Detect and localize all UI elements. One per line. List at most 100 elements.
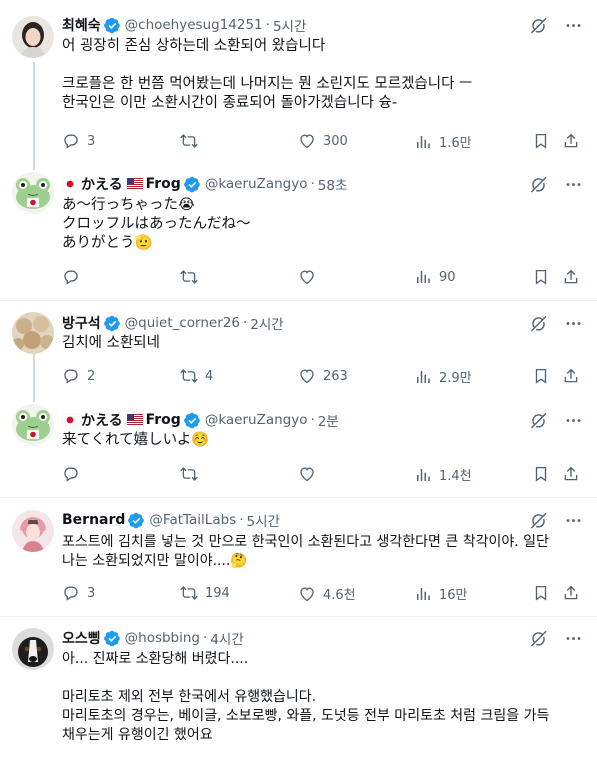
- views-button[interactable]: 1.4천: [414, 465, 472, 484]
- more-icon[interactable]: [564, 411, 583, 430]
- like-icon: [298, 465, 316, 483]
- tweet-actions: 2 4 263 2.9만: [62, 367, 584, 387]
- reply-button[interactable]: 3: [62, 132, 95, 150]
- divider: [0, 300, 597, 301]
- share-button[interactable]: [562, 268, 587, 286]
- share-button[interactable]: [562, 465, 587, 483]
- display-name[interactable]: かえる: [81, 174, 123, 194]
- tweet-header: かえる Frog @kaeruZangyo · 2분: [62, 410, 339, 430]
- grok-icon[interactable]: [529, 629, 548, 648]
- views-button[interactable]: 1.6만: [414, 132, 472, 151]
- display-name[interactable]: 최혜숙: [62, 15, 101, 35]
- tweet-line: 마리토초의 경우는, 베이글, 소보로빵, 와플, 도넛등 전부 마리토초 처럼…: [62, 708, 550, 724]
- share-button[interactable]: [562, 584, 587, 602]
- bookmark-button[interactable]: [532, 268, 557, 286]
- display-name[interactable]: 방구석: [62, 313, 101, 333]
- views-button[interactable]: 90: [414, 268, 456, 286]
- us-flag-icon: [127, 414, 143, 426]
- like-button[interactable]: 4.6천: [298, 584, 356, 603]
- avatar[interactable]: [12, 16, 54, 58]
- avatar[interactable]: [12, 172, 54, 214]
- bookmark-icon: [532, 268, 550, 286]
- more-icon[interactable]: [564, 175, 583, 194]
- bookmark-icon: [532, 367, 550, 385]
- reply-icon: [62, 584, 80, 602]
- like-button[interactable]: 263: [298, 367, 348, 385]
- more-icon[interactable]: [564, 629, 583, 648]
- tweet-text: 어 굉장히 존심 상하는데 소환되어 왔습니다 크로플은 한 번쯤 먹어봤는데 …: [62, 37, 582, 113]
- views-button[interactable]: 16만: [414, 584, 468, 603]
- tweet-tools: [529, 629, 583, 648]
- repost-button[interactable]: 194: [180, 584, 230, 602]
- repost-button[interactable]: [180, 268, 205, 286]
- share-button[interactable]: [562, 367, 587, 385]
- more-icon[interactable]: [564, 16, 583, 35]
- repost-button[interactable]: 4: [180, 367, 213, 385]
- display-name-suffix[interactable]: Frog: [146, 176, 181, 192]
- tweet-line: 来てくれて嬉しいよ☺️: [62, 432, 210, 448]
- reply-button[interactable]: [62, 268, 87, 286]
- like-icon: [298, 132, 316, 150]
- timestamp[interactable]: 4시간: [210, 628, 243, 648]
- timestamp[interactable]: 5시간: [273, 15, 306, 35]
- views-button[interactable]: 2.9만: [414, 367, 472, 386]
- grok-icon[interactable]: [529, 175, 548, 194]
- timestamp[interactable]: 2분: [318, 410, 339, 430]
- view-count: 90: [439, 269, 456, 285]
- view-count: 16만: [439, 588, 468, 603]
- display-name-suffix[interactable]: Frog: [146, 412, 181, 428]
- avatar[interactable]: [12, 510, 54, 552]
- bookmark-icon: [532, 132, 550, 150]
- grok-icon[interactable]: [529, 411, 548, 430]
- timestamp[interactable]: 58초: [318, 174, 348, 194]
- verified-badge-icon: [184, 176, 201, 193]
- share-button[interactable]: [562, 132, 587, 150]
- tweet-actions: 3 194 4.6천 16만: [62, 584, 584, 604]
- like-button[interactable]: [298, 465, 323, 483]
- reply-count: 3: [87, 585, 96, 601]
- avatar[interactable]: [12, 312, 54, 354]
- share-icon: [562, 584, 580, 602]
- handle[interactable]: @hosbbing: [125, 630, 200, 646]
- tweet-actions: 3 300 1.6만: [62, 132, 584, 152]
- display-name[interactable]: 오스삥: [62, 628, 101, 648]
- bookmark-icon: [532, 584, 550, 602]
- tweet-tools: [529, 411, 583, 430]
- tweet-line-blank: [62, 669, 582, 688]
- timestamp[interactable]: 5시간: [247, 510, 280, 530]
- reply-button[interactable]: 3: [62, 584, 95, 602]
- timestamp[interactable]: 2시간: [250, 313, 283, 333]
- handle[interactable]: @choehyesug14251: [125, 17, 263, 33]
- display-name[interactable]: Bernard: [62, 512, 125, 528]
- bookmark-button[interactable]: [532, 584, 557, 602]
- thread-line: [33, 62, 35, 170]
- like-button[interactable]: 300: [298, 132, 348, 150]
- avatar[interactable]: [12, 404, 54, 446]
- reply-button[interactable]: [62, 465, 87, 483]
- bookmark-button[interactable]: [532, 367, 557, 385]
- more-icon[interactable]: [564, 511, 583, 530]
- share-icon: [562, 465, 580, 483]
- thread-line: [33, 354, 35, 402]
- like-button[interactable]: [298, 268, 323, 286]
- reply-icon: [62, 367, 80, 385]
- display-name[interactable]: かえる: [81, 410, 123, 430]
- grok-icon[interactable]: [529, 314, 548, 333]
- reply-button[interactable]: 2: [62, 367, 95, 385]
- tweet-line: 나는 소환되었지만 말이야....🤔: [62, 553, 248, 569]
- more-icon[interactable]: [564, 314, 583, 333]
- handle[interactable]: @FatTailLabs: [149, 512, 236, 528]
- grok-icon[interactable]: [529, 511, 548, 530]
- share-icon: [562, 268, 580, 286]
- handle[interactable]: @kaeruZangyo: [205, 176, 308, 192]
- bookmark-button[interactable]: [532, 465, 557, 483]
- handle[interactable]: @kaeruZangyo: [205, 412, 308, 428]
- verified-badge-icon: [128, 512, 145, 529]
- grok-icon[interactable]: [529, 16, 548, 35]
- repost-button[interactable]: [180, 465, 205, 483]
- avatar[interactable]: [12, 628, 54, 670]
- repost-button[interactable]: [180, 132, 205, 150]
- bookmark-button[interactable]: [532, 132, 557, 150]
- handle[interactable]: @quiet_corner26: [125, 315, 240, 331]
- views-icon: [414, 585, 432, 603]
